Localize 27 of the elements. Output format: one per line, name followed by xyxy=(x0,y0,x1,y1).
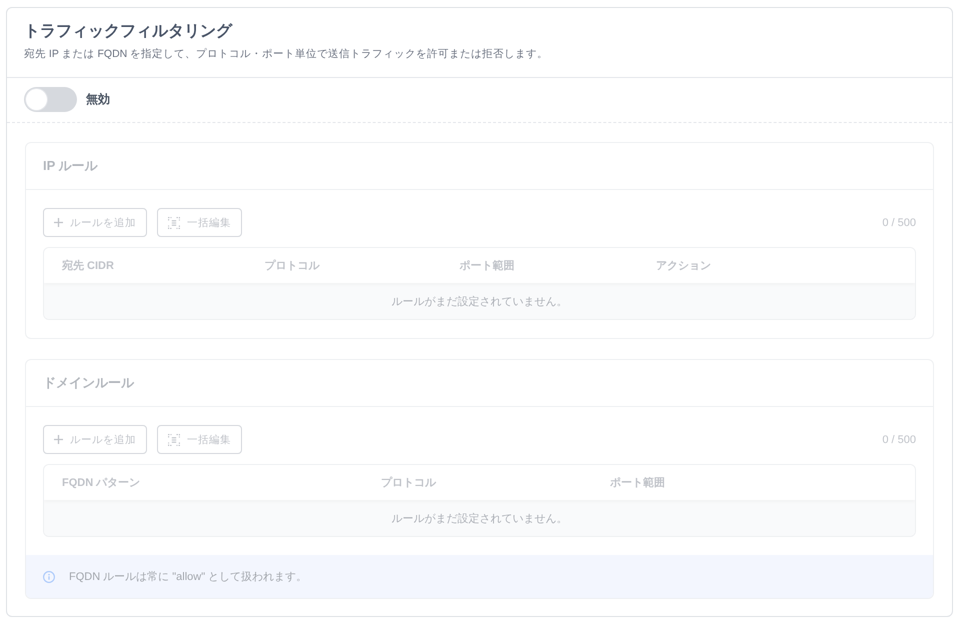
add-rule-button[interactable]: ルールを追加 xyxy=(43,425,147,454)
column-header: アクション xyxy=(654,259,711,273)
column-header: FQDN パターン xyxy=(61,476,140,490)
lines-frame-icon xyxy=(168,434,180,446)
section-title: ドメインルール xyxy=(43,374,134,392)
column-header: 宛先 CIDR xyxy=(60,258,114,273)
rule-count: 0 / 500 xyxy=(882,216,916,228)
empty-state-message: ルールがまだ設定されていません。 xyxy=(44,283,915,319)
bulk-edit-button[interactable]: 一括編集 xyxy=(157,208,242,237)
column-header: プロトコル xyxy=(263,258,320,273)
add-rule-button[interactable]: ルールを追加 xyxy=(43,208,147,237)
info-note-text: FQDN ルールは常に "allow" として扱われます。 xyxy=(69,570,308,584)
toggle-switch[interactable] xyxy=(24,87,77,112)
toggle-label: 無効 xyxy=(86,91,110,108)
lines-frame-icon xyxy=(168,216,180,228)
column-header: ポート範囲 xyxy=(609,476,666,490)
column-header: プロトコル xyxy=(380,476,436,490)
panel-description: 宛先 IP または FQDN を指定して、プロトコル・ポート単位で送信トラフィックを許可または拒否します。 xyxy=(24,47,550,62)
panel-title: トラフィックフィルタリング xyxy=(24,22,234,42)
bulk-edit-button[interactable]: 一括編集 xyxy=(157,425,242,454)
rule-count: 0 / 500 xyxy=(882,434,916,446)
info-icon xyxy=(43,570,55,582)
section-title: IP ルール xyxy=(43,157,98,175)
column-header: ポート範囲 xyxy=(458,259,515,273)
empty-state-message: ルールがまだ設定されていません。 xyxy=(44,500,915,536)
plus-icon xyxy=(54,218,63,227)
plus-icon xyxy=(54,435,63,444)
